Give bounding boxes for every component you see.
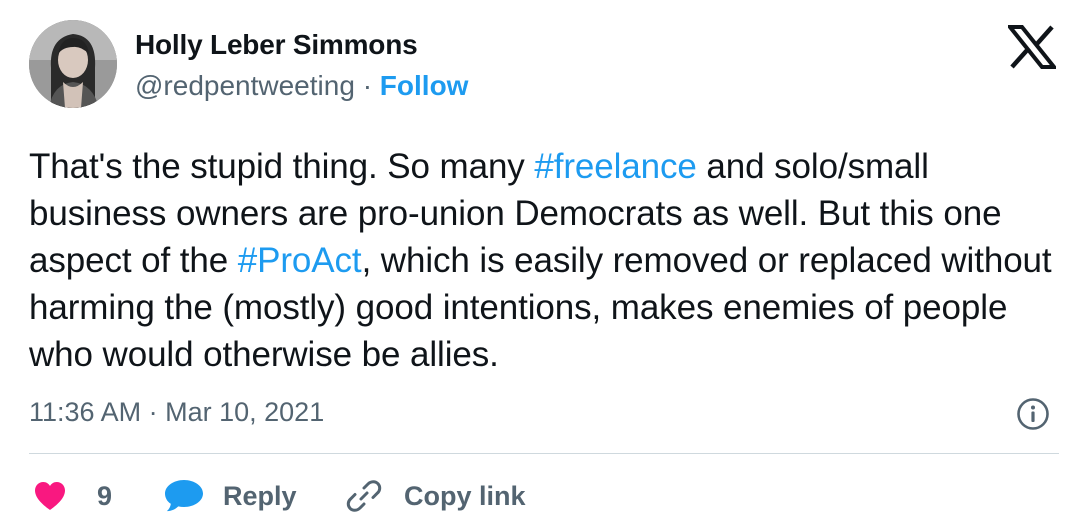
action-bar: 9 Reply Copy link bbox=[29, 476, 1059, 516]
author-name[interactable]: Holly Leber Simmons bbox=[135, 29, 418, 61]
tweet-time: 11:36 AM bbox=[29, 397, 142, 427]
reply-label: Reply bbox=[223, 480, 297, 511]
author-handle-row: @redpentweeting · Follow bbox=[135, 70, 468, 102]
like-count: 9 bbox=[97, 480, 113, 511]
avatar[interactable] bbox=[29, 20, 117, 108]
tweet-date: Mar 10, 2021 bbox=[165, 397, 325, 427]
divider bbox=[29, 453, 1059, 454]
heart-icon bbox=[35, 482, 65, 510]
tweet-text-segment: That's the stupid thing. So many bbox=[29, 147, 535, 186]
avatar-photo bbox=[29, 20, 117, 108]
reply-button[interactable]: Reply bbox=[163, 476, 297, 516]
handle-separator: · bbox=[362, 70, 373, 101]
hashtag-proact[interactable]: #ProAct bbox=[238, 241, 362, 280]
info-icon[interactable] bbox=[1016, 397, 1050, 431]
like-button[interactable]: 9 bbox=[33, 476, 112, 516]
reply-bubble-icon bbox=[165, 480, 203, 512]
hashtag-freelance[interactable]: #freelance bbox=[534, 147, 697, 186]
author-handle[interactable]: @redpentweeting bbox=[135, 70, 355, 101]
x-logo-icon[interactable] bbox=[1008, 25, 1056, 69]
copy-link-label: Copy link bbox=[404, 480, 526, 511]
copy-link-button[interactable]: Copy link bbox=[345, 476, 526, 516]
tweet-text: That's the stupid thing. So many #freela… bbox=[29, 143, 1064, 378]
follow-button[interactable]: Follow bbox=[380, 70, 469, 101]
timestamp-separator: · bbox=[148, 397, 158, 427]
link-icon bbox=[346, 480, 382, 512]
tweet-timestamp[interactable]: 11:36 AM · Mar 10, 2021 bbox=[29, 397, 324, 428]
